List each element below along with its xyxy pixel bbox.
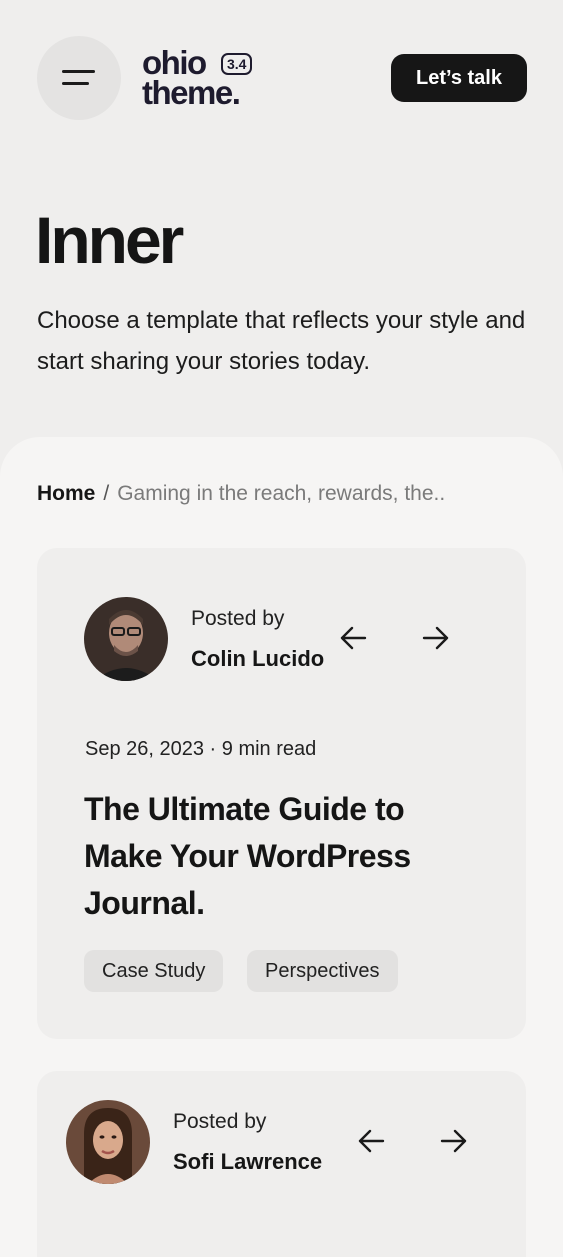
breadcrumb: Home / Gaming in the reach, rewards, the.. [37, 479, 445, 509]
page-subtitle: Choose a template that reflects your sty… [37, 307, 526, 375]
posted-by-label: Posted by [173, 1110, 267, 1133]
hamburger-icon [62, 70, 95, 73]
hamburger-icon-line [62, 82, 89, 85]
tag-perspectives[interactable]: Perspectives [247, 950, 398, 992]
page-title: Inner [35, 203, 184, 277]
tag-case-study[interactable]: Case Study [84, 950, 224, 992]
logo-word-theme: theme. [142, 74, 241, 111]
author-avatar[interactable] [84, 597, 168, 681]
logo[interactable]: ohio 3.4 theme. [142, 46, 272, 114]
posted-by-label: Posted by [191, 607, 285, 630]
author-name[interactable]: Colin Lucido [191, 645, 324, 673]
author-photo-colin [84, 597, 168, 681]
logo-version-badge: 3.4 [221, 53, 253, 75]
menu-button[interactable] [37, 36, 121, 120]
arrow-left-icon[interactable] [354, 1124, 388, 1158]
arrow-left-icon[interactable] [336, 621, 370, 655]
arrow-right-icon[interactable] [419, 621, 453, 655]
author-photo-sofi [66, 1100, 150, 1184]
lets-talk-button[interactable]: Let’s talk [391, 54, 527, 102]
breadcrumb-current: Gaming in the reach, rewards, the.. [117, 482, 446, 505]
author-name[interactable]: Sofi Lawrence [173, 1148, 322, 1176]
post-meta: Sep 26, 2023 · 9 min read [85, 738, 317, 760]
breadcrumb-home-link[interactable]: Home [37, 482, 95, 505]
breadcrumb-separator: / [103, 482, 110, 505]
post-card[interactable]: Posted by Sofi Lawrence [37, 1071, 526, 1257]
post-title[interactable]: The Ultimate Guide to Make Your WordPres… [84, 786, 484, 927]
arrow-right-icon[interactable] [437, 1124, 471, 1158]
author-avatar[interactable] [66, 1100, 150, 1184]
site-header: ohio 3.4 theme. Let’s talk [0, 0, 563, 140]
post-card[interactable]: Posted by Colin Lucido Sep 26, 2023 · 9 … [37, 548, 526, 1039]
